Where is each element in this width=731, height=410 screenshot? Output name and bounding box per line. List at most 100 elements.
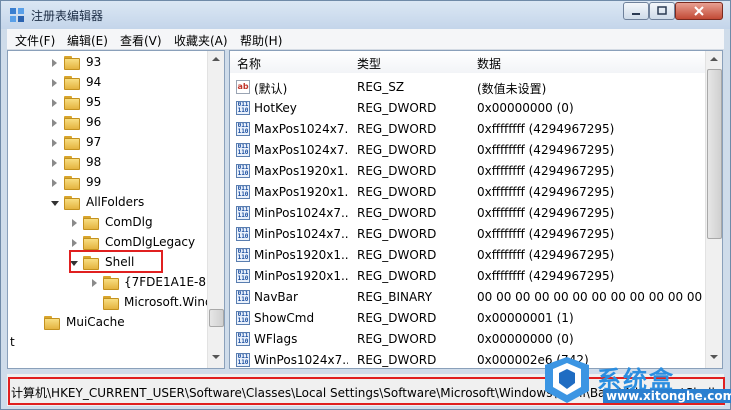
value-row[interactable]: 011 110 ShowCmd REG_DWORD 0x00000001 (1) [230,308,706,329]
value-type: REG_DWORD [357,269,437,283]
value-row[interactable]: ab (默认) REG_SZ (数值未设置) [230,77,706,98]
registry-editor-icon [10,8,24,22]
tree-item[interactable]: t [8,333,208,353]
scroll-down-icon[interactable] [212,355,220,359]
value-type: REG_DWORD [357,248,437,262]
tree-item-shell-selected[interactable]: Shell [8,253,208,273]
tree-item-label: 97 [86,135,102,149]
title-bar: 注册表编辑器 [1,1,730,29]
binary-value-icon: 011 110 [236,206,250,220]
value-list[interactable]: 名称 类型 数据 ab (默认) REG_SZ (数值未设置) 011 110 H… [229,50,723,369]
tree-item[interactable]: 98 [8,153,208,173]
folder-icon [64,76,80,90]
tree-scrollbar[interactable] [207,51,224,368]
collapse-icon[interactable] [70,261,78,266]
scroll-up-icon[interactable] [212,57,220,61]
value-data: 0xffffffff (4294967295) [477,143,615,157]
tree-item-label: 93 [86,55,102,69]
value-name: HotKey [254,101,297,115]
value-row[interactable]: 011 110 MaxPos1024x7... REG_DWORD 0xfffff… [230,140,706,161]
folder-icon [64,96,80,110]
folder-icon [64,176,80,190]
folder-icon [64,56,80,70]
tree-item[interactable]: 94 [8,73,208,93]
value-row[interactable]: 011 110 MaxPos1920x1... REG_DWORD 0xfffff… [230,161,706,182]
expand-icon[interactable] [52,59,57,67]
list-scrollbar[interactable] [705,51,722,368]
tree-item-label: MuiCache [66,315,125,329]
value-row[interactable]: 011 110 MinPos1024x7... REG_DWORD 0xfffff… [230,224,706,245]
value-row[interactable]: 011 110 MinPos1920x1... REG_DWORD 0xfffff… [230,266,706,287]
window-title: 注册表编辑器 [31,9,104,23]
expand-icon[interactable] [92,279,97,287]
value-type: REG_DWORD [357,185,437,199]
value-row[interactable]: 011 110 HotKey REG_DWORD 0x00000000 (0) [230,98,706,119]
column-header-type[interactable]: 类型 [350,51,471,73]
binary-value-icon: 011 110 [236,269,250,283]
value-row[interactable]: 011 110 WFlags REG_DWORD 0x00000000 (0) [230,329,706,350]
expand-icon[interactable] [72,219,77,227]
value-name: ShowCmd [254,311,315,325]
tree-item[interactable]: 99 [8,173,208,193]
menu-favorites[interactable]: 收藏夹(A) [174,32,228,49]
close-button[interactable] [675,2,723,20]
folder-icon [64,116,80,130]
column-header-name[interactable]: 名称 [230,51,351,73]
list-scroll-thumb[interactable] [707,69,722,239]
expand-icon[interactable] [52,159,57,167]
tree-item[interactable]: ComDlg [8,213,208,233]
folder-open-icon [83,256,99,270]
registry-tree[interactable]: 93 94 95 96 97 98 99 AllFolders ComDlg C… [7,50,225,369]
value-data: 0xffffffff (4294967295) [477,164,615,178]
tree-scroll-thumb[interactable] [209,309,224,327]
expand-icon[interactable] [52,79,57,87]
maximize-button[interactable] [649,2,675,20]
tree-item[interactable]: 96 [8,113,208,133]
tree-item[interactable]: Microsoft.Wind [8,293,213,313]
value-row[interactable]: 011 110 MinPos1920x1... REG_DWORD 0xfffff… [230,245,706,266]
tree-item-label: Shell [105,255,135,269]
maximize-icon [657,6,667,15]
tree-item[interactable]: 93 [8,53,208,73]
value-data: 0xffffffff (4294967295) [477,206,615,220]
minimize-button[interactable] [623,2,649,20]
scroll-up-icon[interactable] [710,57,718,61]
value-row[interactable]: 011 110 MaxPos1024x7... REG_DWORD 0xfffff… [230,119,706,140]
value-type: REG_DWORD [357,101,437,115]
menu-help[interactable]: 帮助(H) [240,32,282,49]
expand-icon[interactable] [52,139,57,147]
folder-icon [103,296,119,310]
expand-icon[interactable] [52,119,57,127]
tree-item-allfolders[interactable]: AllFolders [8,193,208,213]
expand-icon[interactable] [52,99,57,107]
menu-file[interactable]: 文件(F) [15,32,55,49]
value-row[interactable]: 011 110 MinPos1024x7... REG_DWORD 0xfffff… [230,203,706,224]
value-data: 0xffffffff (4294967295) [477,185,615,199]
binary-value-icon: 011 110 [236,122,250,136]
value-type: REG_DWORD [357,164,437,178]
value-row[interactable]: 011 110 MaxPos1920x1... REG_DWORD 0xfffff… [230,182,706,203]
value-data: 0x00000000 (0) [477,101,574,115]
tree-item[interactable]: ComDlgLegacy [8,233,208,253]
value-data: 0x00000000 (0) [477,332,574,346]
expand-icon[interactable] [52,179,57,187]
menu-view[interactable]: 查看(V) [120,32,162,49]
menu-edit[interactable]: 编辑(E) [67,32,108,49]
column-header-data[interactable]: 数据 [470,51,707,73]
folder-icon [64,136,80,150]
collapse-icon[interactable] [51,201,59,206]
value-row[interactable]: 011 110 NavBar REG_BINARY 00 00 00 00 00 … [230,287,706,308]
expand-icon[interactable] [72,239,77,247]
tree-item[interactable]: 95 [8,93,208,113]
close-icon [694,6,704,16]
tree-item[interactable]: {7FDE1A1E-8B [8,273,214,293]
value-name: MinPos1920x1... [254,248,348,262]
value-data: 00 00 00 00 00 00 00 00 00 00 00 00 00 0… [477,290,705,304]
value-type: REG_SZ [357,80,405,94]
tree-item-label: 94 [86,75,102,89]
value-data: (数值未设置) [477,82,547,96]
tree-item[interactable]: MuiCache [8,313,208,333]
tree-item[interactable]: 97 [8,133,208,153]
tree-item-label: 99 [86,175,102,189]
watermark-url: www.xitonghe.com [603,389,731,403]
